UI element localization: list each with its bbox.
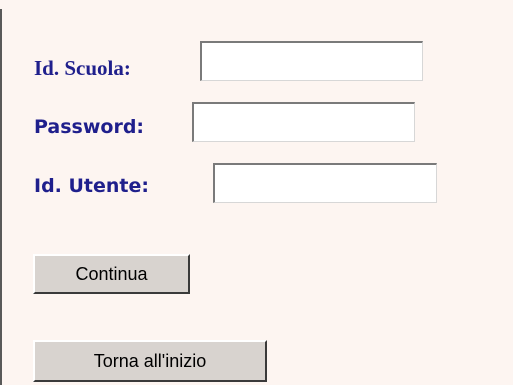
user-id-field[interactable] <box>213 163 437 203</box>
password-label: Password: <box>34 116 145 138</box>
school-id-label: Id. Scuola: <box>34 56 131 80</box>
user-id-label: Id. Utente: <box>34 175 149 197</box>
login-panel: Id. Scuola: Password: Id. Utente: Contin… <box>0 0 513 385</box>
school-id-field[interactable] <box>200 41 423 81</box>
back-to-start-button[interactable]: Torna all'inizio <box>33 340 267 382</box>
password-field[interactable] <box>192 102 415 142</box>
panel-left-border <box>0 9 2 385</box>
continue-button[interactable]: Continua <box>33 254 190 294</box>
